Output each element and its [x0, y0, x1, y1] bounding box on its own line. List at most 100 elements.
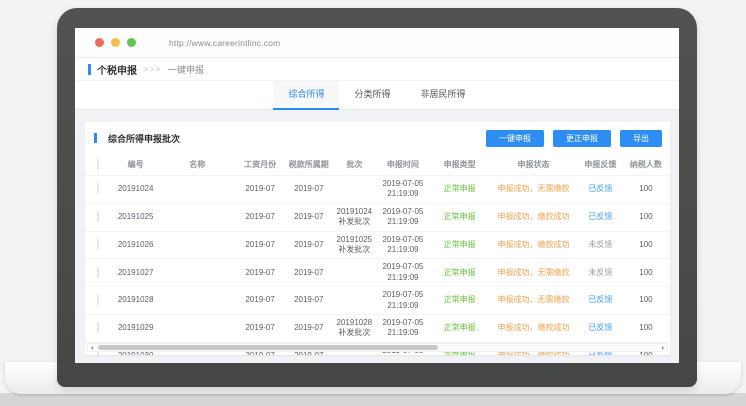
name-cell [160, 314, 235, 342]
page-title: 个税申报 [97, 62, 137, 77]
row-checkbox[interactable] [97, 183, 99, 194]
declare-time-cell: 2019-07-05 21:19:09 [377, 203, 430, 231]
laptop-screen-bezel: http://www.careerintlinc.com 个税申报 >>> 一键… [57, 8, 697, 387]
salary-month-cell: 2019-07 [235, 314, 286, 342]
row-checkbox[interactable] [97, 322, 99, 333]
traffic-light-minimize-icon[interactable] [111, 38, 120, 47]
col-declare-type: 申报类型 [429, 154, 490, 176]
card-title-accent-bar [94, 133, 97, 143]
feedback-cell: 未反馈 [577, 231, 624, 259]
scroll-right-arrow-icon[interactable] [662, 346, 664, 350]
taxpayer-count-cell: 100 [624, 231, 669, 259]
breadcrumb-current: 一键申报 [168, 63, 204, 76]
declare-status-cell: 申报成功，无需缴款 [490, 259, 577, 287]
batch-id-cell: 20191024 [111, 176, 160, 204]
card-header: 综合所得申报批次 一键申报 更正申报 导出 [85, 122, 670, 154]
select-all-checkbox[interactable] [97, 159, 99, 170]
declare-type-cell: 正常申报 [429, 259, 490, 287]
row-checkbox[interactable] [97, 267, 99, 278]
traffic-light-fullscreen-icon[interactable] [127, 38, 136, 47]
browser-chrome: http://www.careerintlinc.com [75, 28, 679, 58]
row-checkbox-cell [85, 203, 111, 231]
tax-due-cell-clipped: 11 [668, 176, 670, 204]
col-tax-period: 税款所属期 [285, 154, 332, 176]
declare-type-cell: 正常申报 [429, 314, 490, 342]
scrollbar-thumb[interactable] [98, 345, 438, 350]
declare-time-cell: 2019-07-05 21:19:09 [377, 259, 430, 287]
table-body: 20191024 2019-07 2019-07 2019-07-05 21:1… [85, 176, 670, 356]
tax-due-cell-clipped: 11 [668, 287, 670, 315]
feedback-cell: 已反馈 [577, 287, 624, 315]
table-row: 20191024 2019-07 2019-07 2019-07-05 21:1… [85, 176, 670, 204]
name-cell [160, 203, 235, 231]
horizontal-scrollbar[interactable] [87, 343, 668, 352]
table-row: 20191027 2019-07 2019-07 2019-07-05 21:1… [85, 259, 670, 287]
batch-id-cell: 20191026 [111, 231, 160, 259]
declare-type-cell: 正常申报 [429, 231, 490, 259]
tax-period-cell: 2019-07 [285, 231, 332, 259]
breadcrumb-separator: >>> [144, 65, 161, 74]
row-checkbox[interactable] [97, 211, 99, 222]
name-cell [160, 176, 235, 204]
batch-id-cell: 20191028 [111, 287, 160, 315]
tax-period-cell: 2019-07 [285, 176, 332, 204]
taxpayer-count-cell: 100 [624, 314, 669, 342]
col-taxpayer-count: 纳税人数 [624, 154, 669, 176]
page-header: 个税申报 >>> 一键申报 [75, 58, 679, 81]
tax-due-cell-clipped: 11 [668, 314, 670, 342]
action-buttons: 一键申报 更正申报 导出 [486, 130, 662, 147]
salary-month-cell: 2019-07 [235, 231, 286, 259]
batch-list-card: 综合所得申报批次 一键申报 更正申报 导出 [85, 122, 670, 355]
tax-due-cell-clipped: 11 [668, 259, 670, 287]
income-type-tabs: 综合所得 分类所得 非居民所得 [75, 81, 679, 110]
declare-status-cell: 申报成功，无需缴款 [490, 176, 577, 204]
col-feedback: 申报反馈 [577, 154, 624, 176]
col-tax-due-clipped: 应缴税额 [668, 154, 670, 176]
browser-window: http://www.careerintlinc.com 个税申报 >>> 一键… [75, 28, 679, 363]
tab-classified-income[interactable]: 分类所得 [339, 81, 405, 109]
tax-due-cell-clipped: 11 [668, 231, 670, 259]
table-row: 20191029 2019-07 2019-07 20191028 补发批次 2… [85, 314, 670, 342]
batch-cell [332, 287, 377, 315]
col-declare-time: 申报时间 [377, 154, 430, 176]
amend-declare-button[interactable]: 更正申报 [553, 130, 611, 147]
table-row: 20191026 2019-07 2019-07 20191025 补发批次 2… [85, 231, 670, 259]
batch-id-cell: 20191025 [111, 203, 160, 231]
taxpayer-count-cell: 100 [624, 259, 669, 287]
tax-period-cell: 2019-07 [285, 203, 332, 231]
one-click-declare-button[interactable]: 一键申报 [486, 130, 544, 147]
row-checkbox-cell [85, 314, 111, 342]
batch-cell: 20191028 补发批次 [332, 314, 377, 342]
desk-surface [0, 393, 746, 406]
tax-period-cell: 2019-07 [285, 314, 332, 342]
address-bar-url[interactable]: http://www.careerintlinc.com [169, 38, 280, 48]
declare-status-cell: 申报成功，缴款成功 [490, 203, 577, 231]
declare-status-cell: 申报成功，缴款成功 [490, 314, 577, 342]
row-checkbox[interactable] [97, 294, 99, 305]
export-button[interactable]: 导出 [620, 130, 662, 147]
table-header: 编号 名称 工资月份 税款所属期 批次 申报时间 申报类型 申报状态 申报反馈 … [85, 154, 670, 176]
traffic-light-close-icon[interactable] [95, 38, 104, 47]
tab-comprehensive-income[interactable]: 综合所得 [273, 81, 339, 110]
declare-time-cell: 2019-07-05 21:19:09 [377, 314, 430, 342]
row-checkbox[interactable] [97, 239, 99, 250]
tax-due-cell-clipped: 11 [668, 203, 670, 231]
batch-cell [332, 259, 377, 287]
batch-table: 编号 名称 工资月份 税款所属期 批次 申报时间 申报类型 申报状态 申报反馈 … [85, 154, 670, 355]
feedback-cell: 未反馈 [577, 259, 624, 287]
name-cell [160, 287, 235, 315]
tab-nonresident-income[interactable]: 非居民所得 [406, 81, 481, 109]
taxpayer-count-cell: 100 [624, 203, 669, 231]
salary-month-cell: 2019-07 [235, 176, 286, 204]
tax-period-cell: 2019-07 [285, 287, 332, 315]
batch-cell: 20191025 补发批次 [332, 231, 377, 259]
feedback-cell: 已反馈 [577, 176, 624, 204]
declare-status-cell: 申报成功，缴款成功 [490, 231, 577, 259]
col-id: 编号 [111, 154, 160, 176]
title-accent-bar [88, 64, 91, 75]
select-all-header-cell [85, 154, 111, 176]
salary-month-cell: 2019-07 [235, 259, 286, 287]
col-batch: 批次 [332, 154, 377, 176]
feedback-cell: 已反馈 [577, 203, 624, 231]
scroll-left-arrow-icon[interactable] [91, 346, 93, 350]
